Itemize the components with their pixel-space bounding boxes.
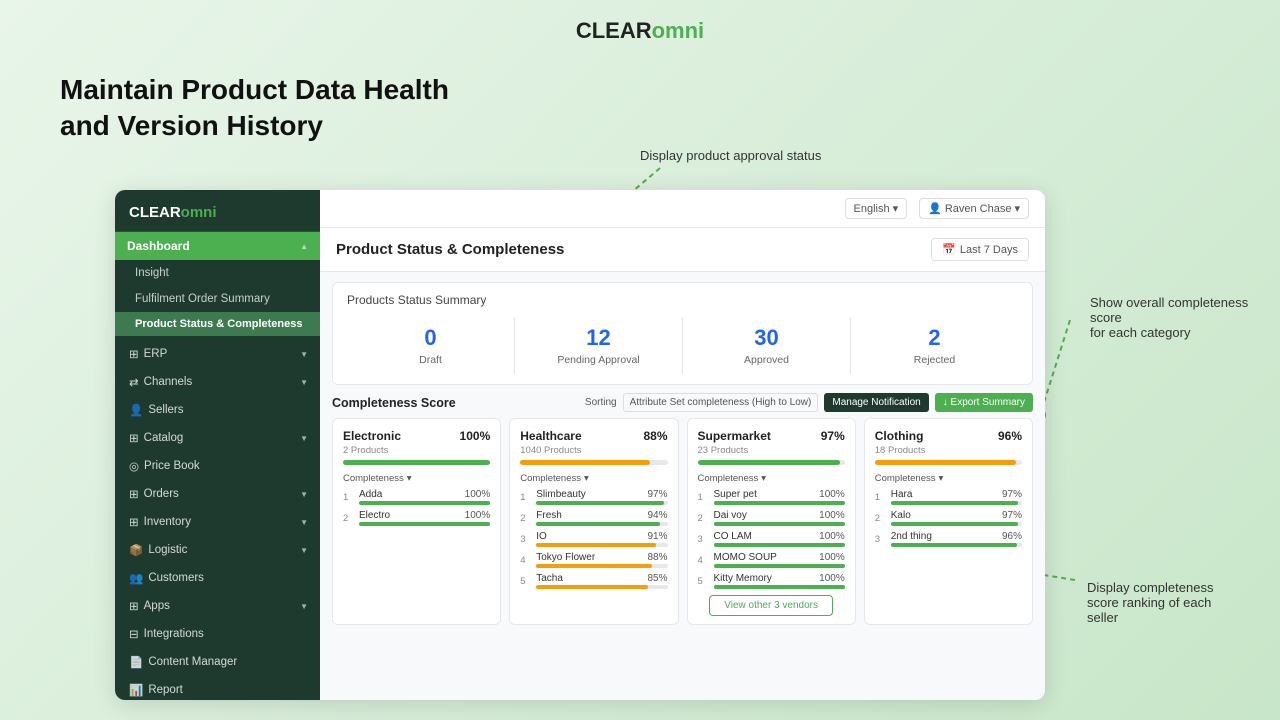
vendor-row: 4 Tokyo Flower 88%: [520, 552, 667, 568]
completeness-title: Completeness Score: [332, 396, 456, 410]
app-window: CLEARomni Dashboard ▲ Insight Fulfilment…: [115, 190, 1045, 700]
status-card-pending: 12 Pending Approval: [515, 317, 683, 374]
main-content: English ▾ 👤Raven Chase ▾ Product Status …: [320, 190, 1045, 700]
annotation-approval: Display product approval status: [640, 148, 821, 163]
category-card-clothing: Clothing 96% 18 Products Completeness ▾ …: [864, 418, 1033, 625]
top-logo: CLEARomni: [0, 0, 1280, 54]
sidebar: CLEARomni Dashboard ▲ Insight Fulfilment…: [115, 190, 320, 700]
category-card-electronic: Electronic 100% 2 Products Completeness …: [332, 418, 501, 625]
main-scroll[interactable]: Products Status Summary 0 Draft 12 Pendi…: [320, 272, 1045, 700]
view-others-button-wrap: View other 3 vendors: [698, 595, 845, 616]
status-card-draft: 0 Draft: [347, 317, 515, 374]
vendor-row: 2 Kalo 97%: [875, 510, 1022, 526]
completeness-controls: Sorting Attribute Set completeness (High…: [585, 393, 1033, 412]
vendor-row: 5 Tacha 85%: [520, 573, 667, 589]
vendor-row: 1 Adda 100%: [343, 489, 490, 505]
vendor-row: 1 Super pet 100%: [698, 489, 845, 505]
page-header: Product Status & Completeness 📅 Last 7 D…: [320, 228, 1045, 272]
vendor-row: 2 Dai voy 100%: [698, 510, 845, 526]
sidebar-item-insight[interactable]: Insight: [115, 260, 320, 286]
sidebar-group-report[interactable]: 📊Report: [115, 676, 320, 700]
sidebar-group-catalog[interactable]: ⊞Catalog ▼: [115, 424, 320, 452]
sidebar-group-erp[interactable]: ⊞ERP ▼: [115, 340, 320, 368]
annotation-completeness: Show overall completeness scorefor each …: [1090, 295, 1250, 340]
vendor-row: 4 MOMO SOUP 100%: [698, 552, 845, 568]
vendor-row: 3 IO 91%: [520, 531, 667, 547]
vendor-row: 1 Slimbeauty 97%: [520, 489, 667, 505]
hero-text: Maintain Product Data Health and Version…: [60, 72, 449, 145]
vendor-row: 2 Electro 100%: [343, 510, 490, 526]
user-menu[interactable]: 👤Raven Chase ▾: [919, 198, 1029, 219]
status-summary-title: Products Status Summary: [347, 293, 1018, 307]
sidebar-group-orders[interactable]: ⊞Orders ▼: [115, 480, 320, 508]
annotation-ranking: Display completenessscore ranking of eac…: [1087, 580, 1252, 625]
category-card-healthcare: Healthcare 88% 1040 Products Completenes…: [509, 418, 678, 625]
sidebar-group-channels[interactable]: ⇄Channels ▼: [115, 368, 320, 396]
sidebar-group-inventory[interactable]: ⊞Inventory ▼: [115, 508, 320, 536]
vendor-row: 2 Fresh 94%: [520, 510, 667, 526]
sidebar-group-pricebook[interactable]: ◎Price Book: [115, 452, 320, 480]
category-card-supermarket: Supermarket 97% 23 Products Completeness…: [687, 418, 856, 625]
vendor-row: 3 CO LAM 100%: [698, 531, 845, 547]
language-selector[interactable]: English ▾: [845, 198, 908, 219]
sidebar-group-apps[interactable]: ⊞Apps ▼: [115, 592, 320, 620]
app-header: English ▾ 👤Raven Chase ▾: [320, 190, 1045, 228]
sidebar-group-integrations[interactable]: ⊟Integrations: [115, 620, 320, 648]
sidebar-group-logistic[interactable]: 📦Logistic ▼: [115, 536, 320, 564]
vendor-row: 1 Hara 97%: [875, 489, 1022, 505]
sidebar-group-content-manager[interactable]: 📄Content Manager: [115, 648, 320, 676]
sidebar-section-dashboard[interactable]: Dashboard ▲: [115, 232, 320, 260]
vendor-row: 5 Kitty Memory 100%: [698, 573, 845, 589]
status-summary: Products Status Summary 0 Draft 12 Pendi…: [332, 282, 1033, 385]
view-others-button[interactable]: View other 3 vendors: [709, 595, 833, 616]
sidebar-logo: CLEARomni: [115, 190, 320, 232]
manage-notification-button[interactable]: Manage Notification: [824, 393, 928, 412]
sidebar-group-sellers[interactable]: 👤Sellers: [115, 396, 320, 424]
sidebar-group-customers[interactable]: 👥Customers: [115, 564, 320, 592]
sidebar-item-product-status[interactable]: Product Status & Completeness: [115, 312, 320, 336]
date-filter[interactable]: 📅 Last 7 Days: [931, 238, 1029, 261]
categories-grid: Electronic 100% 2 Products Completeness …: [320, 418, 1045, 633]
status-cards: 0 Draft 12 Pending Approval 30 Approved …: [347, 317, 1018, 374]
export-summary-button[interactable]: ↓ Export Summary: [935, 393, 1033, 412]
status-card-rejected: 2 Rejected: [851, 317, 1018, 374]
vendor-row: 3 2nd thing 96%: [875, 531, 1022, 547]
sidebar-item-fulfilment[interactable]: Fulfilment Order Summary: [115, 286, 320, 312]
completeness-header: Completeness Score Sorting Attribute Set…: [320, 385, 1045, 418]
page-title: Product Status & Completeness: [336, 241, 564, 258]
status-card-approved: 30 Approved: [683, 317, 851, 374]
